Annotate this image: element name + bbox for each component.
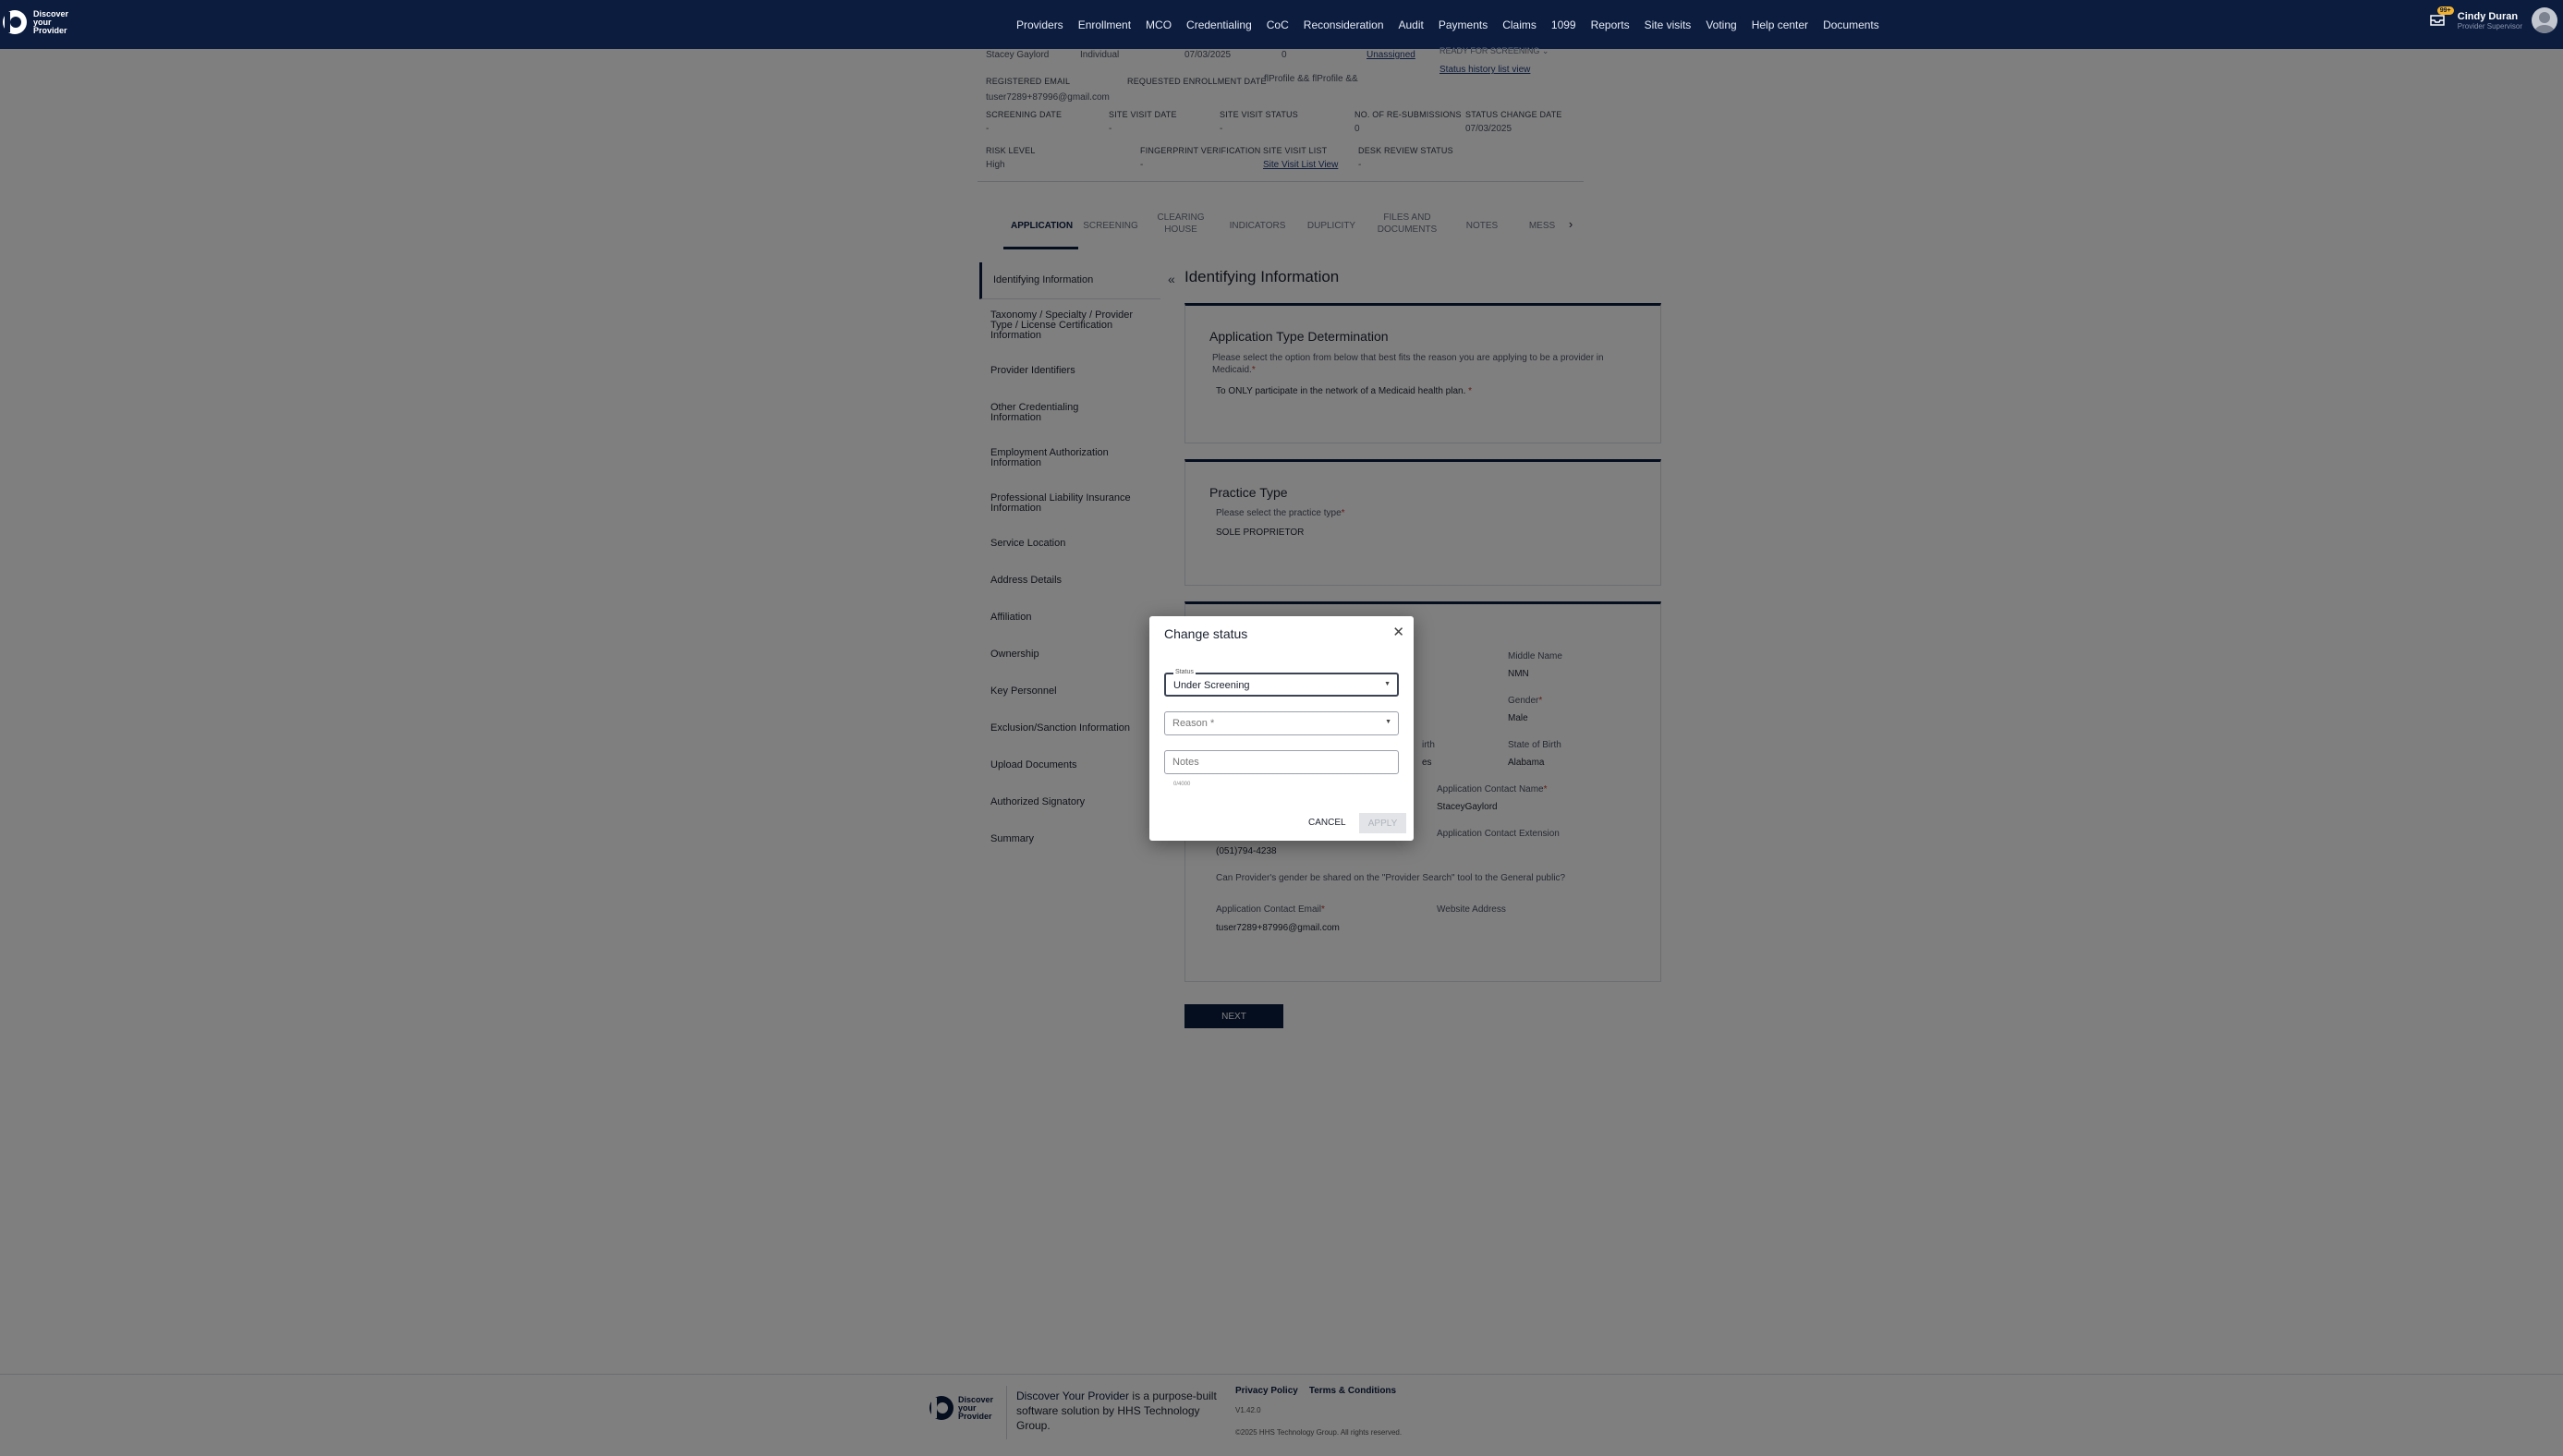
nav-enrollment[interactable]: Enrollment (1078, 18, 1131, 31)
status-select-value: Under Screening (1173, 680, 1250, 691)
dropdown-arrow-icon: ▼ (1384, 681, 1391, 687)
change-status-dialog: Change status ✕ Status Under Screening ▼… (1149, 616, 1414, 841)
app-logo[interactable]: Discover your Provider (2, 9, 68, 35)
nav-help-center[interactable]: Help center (1752, 18, 1808, 31)
notes-placeholder: Notes (1172, 757, 1199, 768)
logo-icon (3, 10, 27, 34)
nav-voting[interactable]: Voting (1706, 18, 1736, 31)
logo-text: Discover your Provider (33, 9, 68, 35)
reason-select[interactable]: Reason * ▼ (1164, 711, 1399, 735)
main-nav: Providers Enrollment MCO Credentialing C… (1016, 0, 1879, 49)
user-area: 99+ Cindy Duran Provider Supervisor (2428, 6, 2557, 33)
user-info[interactable]: Cindy Duran Provider Supervisor (2458, 11, 2522, 30)
user-role: Provider Supervisor (2457, 21, 2522, 30)
nav-audit[interactable]: Audit (1399, 18, 1424, 31)
user-name: Cindy Duran (2457, 10, 2519, 22)
nav-claims[interactable]: Claims (1502, 18, 1537, 31)
reason-placeholder: Reason * (1172, 718, 1215, 729)
nav-coc[interactable]: CoC (1267, 18, 1289, 31)
cancel-button[interactable]: CANCEL (1308, 818, 1346, 828)
logo-text-line: Provider (33, 25, 67, 35)
notes-char-counter: 0/4000 (1173, 782, 1191, 787)
top-navigation-bar: Discover your Provider Providers Enrollm… (0, 0, 2563, 49)
nav-providers[interactable]: Providers (1016, 18, 1063, 31)
dialog-title: Change status (1164, 626, 1248, 641)
avatar[interactable] (2532, 7, 2557, 33)
nav-payments[interactable]: Payments (1439, 18, 1488, 31)
nav-1099[interactable]: 1099 (1551, 18, 1576, 31)
apply-button[interactable]: APPLY (1359, 813, 1406, 833)
notes-input[interactable]: Notes (1164, 750, 1399, 774)
status-select-label: Status (1173, 669, 1196, 675)
notifications-button[interactable]: 99+ (2428, 6, 2454, 30)
notification-count-badge: 99+ (2436, 6, 2454, 15)
close-icon[interactable]: ✕ (1392, 624, 1404, 640)
nav-reports[interactable]: Reports (1591, 18, 1630, 31)
nav-site-visits[interactable]: Site visits (1645, 18, 1692, 31)
dropdown-arrow-icon: ▼ (1385, 719, 1391, 725)
status-select[interactable]: Status Under Screening ▼ (1164, 669, 1399, 697)
nav-mco[interactable]: MCO (1146, 18, 1172, 31)
nav-credentialing[interactable]: Credentialing (1186, 18, 1252, 31)
nav-reconsideration[interactable]: Reconsideration (1304, 18, 1384, 31)
nav-documents[interactable]: Documents (1823, 18, 1879, 31)
